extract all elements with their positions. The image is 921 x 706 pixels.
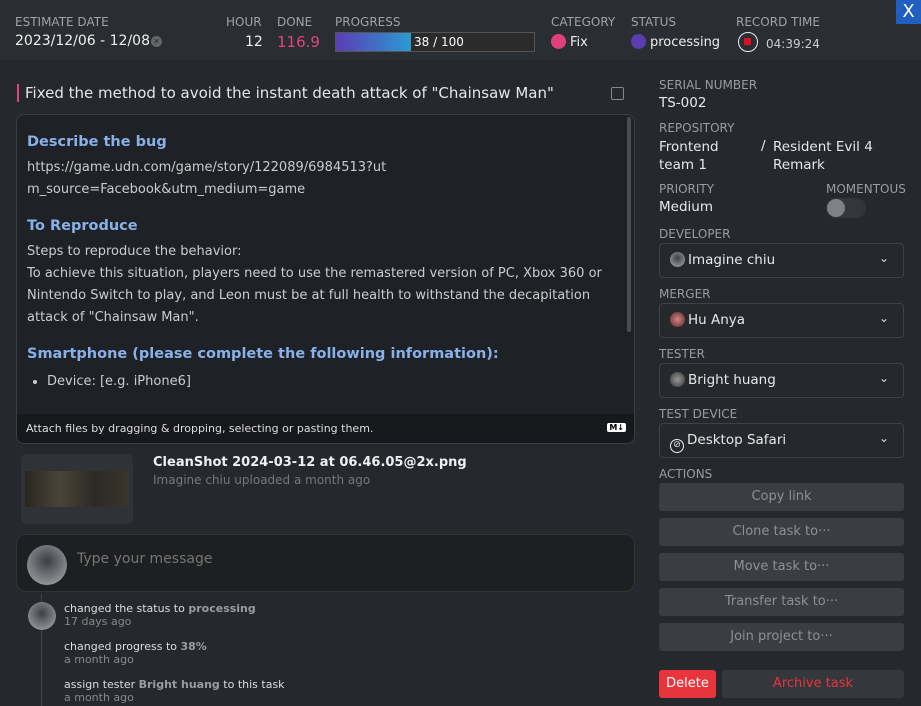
task-header: ESTIMATE DATE 2023/12/06 - 12/08 ✕ HOUR … xyxy=(0,0,921,60)
chevron-down-icon: ⌄ xyxy=(878,431,889,445)
markdown-icon: M↓ xyxy=(607,423,626,432)
action-button-2[interactable]: Move task to··· xyxy=(659,553,904,581)
status-dot-icon xyxy=(631,34,646,49)
tester-value: Bright huang xyxy=(688,372,776,388)
bug-link[interactable]: https://game.udn.com/game/story/122089/6… xyxy=(27,157,387,201)
action-button-0[interactable]: Copy link xyxy=(659,483,904,511)
repository-project[interactable]: Resident Evil 4 Remark xyxy=(773,138,893,174)
developer-value: Imagine chiu xyxy=(688,252,776,268)
activity-item: assign tester Bright huang to this task a… xyxy=(64,678,285,704)
comment-box xyxy=(16,534,635,592)
momentous-toggle[interactable] xyxy=(826,198,866,218)
reproduce-text: To achieve this situation, players need … xyxy=(27,266,602,325)
actions-label: ACTIONS xyxy=(659,467,713,481)
toggle-knob xyxy=(827,199,845,217)
developer-label: DEVELOPER xyxy=(659,227,731,241)
done-label: DONE xyxy=(277,15,313,29)
attachment-meta: Imagine chiu uploaded a month ago xyxy=(153,473,371,487)
comment-input[interactable] xyxy=(77,551,617,567)
activity-text: assign tester xyxy=(64,678,139,691)
activity-highlight: processing xyxy=(188,602,256,615)
activity-highlight: Bright huang xyxy=(138,678,220,691)
tester-label: TESTER xyxy=(659,347,705,361)
action-button-3[interactable]: Transfer task to··· xyxy=(659,588,904,616)
serial-label: SERIAL NUMBER xyxy=(659,78,758,92)
attachment-image xyxy=(25,471,129,507)
heading-reproduce: To Reproduce xyxy=(27,218,138,234)
test-device-value: Desktop Safari xyxy=(687,432,787,448)
priority-label: PRIORITY xyxy=(659,182,715,196)
category-text: Fix xyxy=(570,35,588,50)
hour-label: HOUR xyxy=(226,15,262,29)
done-value: 116.9 xyxy=(277,33,320,51)
avatar xyxy=(670,252,685,267)
activity-item: changed the status to processing 17 days … xyxy=(64,602,256,628)
archive-task-button[interactable]: Archive task xyxy=(722,670,904,698)
heading-smartphone: Smartphone (please complete the followin… xyxy=(27,346,499,362)
estimate-date-label: ESTIMATE DATE xyxy=(15,15,109,29)
test-device-label: TEST DEVICE xyxy=(659,407,738,421)
category-label: CATEGORY xyxy=(551,15,616,29)
copy-icon[interactable] xyxy=(611,87,624,100)
editor-scrollbar[interactable] xyxy=(627,117,631,332)
category-dot-icon xyxy=(551,34,566,49)
activity-time: a month ago xyxy=(64,653,134,666)
steps-text: Steps to reproduce the behavior: xyxy=(27,244,242,259)
action-button-4[interactable]: Join project to··· xyxy=(659,623,904,651)
status-label: STATUS xyxy=(631,15,677,29)
chevron-down-icon: ⌄ xyxy=(878,371,889,385)
repository-team[interactable]: Frontend team 1 xyxy=(659,138,739,174)
attach-hint-text: Attach files by dragging & dropping, sel… xyxy=(26,422,374,435)
status-text: processing xyxy=(650,35,721,50)
activity-time: 17 days ago xyxy=(64,615,132,628)
progress-bar[interactable]: 38 / 100 xyxy=(335,32,535,52)
hour-value: 12 xyxy=(245,34,263,50)
tester-select[interactable]: Bright huang ⌄ xyxy=(659,363,904,398)
momentous-label: MOMENTOUS xyxy=(826,182,906,196)
repository-label: REPOSITORY xyxy=(659,121,735,135)
device-item: Device: [e.g. iPhone6] xyxy=(47,371,624,393)
avatar xyxy=(670,312,685,327)
attach-hint[interactable]: Attach files by dragging & dropping, sel… xyxy=(17,414,634,443)
record-time: 04:39:24 xyxy=(766,37,820,51)
progress-text: 38 / 100 xyxy=(414,35,464,49)
merger-select[interactable]: Hu Anya ⌄ xyxy=(659,303,904,338)
record-time-label: RECORD TIME xyxy=(736,15,820,29)
description-editor[interactable]: Describe the bug https://game.udn.com/ga… xyxy=(16,114,635,444)
compass-icon: ⊘ xyxy=(670,439,684,453)
delete-button[interactable]: Delete xyxy=(659,670,716,698)
activity-highlight: 38% xyxy=(180,640,207,653)
serial-value: TS-002 xyxy=(659,95,707,111)
progress-fill xyxy=(336,33,412,51)
repository-separator: / xyxy=(761,138,766,154)
close-button[interactable]: X xyxy=(896,0,921,24)
progress-label: PROGRESS xyxy=(335,15,401,29)
avatar xyxy=(28,602,56,630)
chevron-down-icon: ⌄ xyxy=(878,311,889,325)
attachment-thumbnail[interactable] xyxy=(21,454,133,524)
status-value[interactable]: processing xyxy=(631,34,720,50)
estimate-date[interactable]: 2023/12/06 - 12/08 xyxy=(15,33,150,49)
activity-text: changed the status to xyxy=(64,602,189,615)
activity-text: changed progress to xyxy=(64,640,181,653)
avatar xyxy=(27,545,67,585)
test-device-select[interactable]: ⊘ Desktop Safari ⌄ xyxy=(659,423,904,458)
activity-item: changed progress to 38% a month ago xyxy=(64,640,207,666)
chevron-down-icon: ⌄ xyxy=(878,251,889,265)
category-value[interactable]: Fix xyxy=(551,34,588,50)
activity-text-after: to this task xyxy=(219,678,285,691)
merger-label: MERGER xyxy=(659,287,711,301)
stop-record-icon[interactable] xyxy=(738,32,758,52)
task-title[interactable]: Fixed the method to avoid the instant de… xyxy=(17,84,554,102)
attachment-name[interactable]: CleanShot 2024-03-12 at 06.46.05@2x.png xyxy=(153,455,467,470)
merger-value: Hu Anya xyxy=(688,312,746,328)
heading-describe-bug: Describe the bug xyxy=(27,134,167,150)
priority-value[interactable]: Medium xyxy=(659,199,713,215)
activity-time: a month ago xyxy=(64,691,134,704)
avatar xyxy=(670,372,685,387)
action-button-1[interactable]: Clone task to··· xyxy=(659,518,904,546)
clear-date-icon[interactable]: ✕ xyxy=(151,36,162,47)
developer-select[interactable]: Imagine chiu ⌄ xyxy=(659,243,904,278)
